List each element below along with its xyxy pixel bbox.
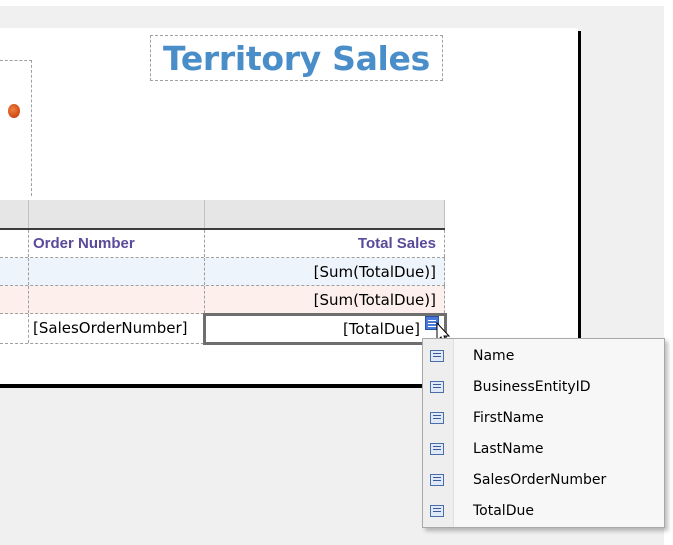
table-cell[interactable] — [0, 286, 29, 313]
field-icon — [430, 381, 444, 393]
table-cell[interactable] — [29, 286, 205, 313]
chart-marker — [8, 104, 20, 118]
table-cell[interactable] — [0, 258, 29, 285]
field-icon — [430, 474, 444, 486]
menu-item-lastname[interactable]: LastName — [423, 434, 664, 465]
total-due-expression: [TotalDue] — [342, 320, 420, 338]
chart-region[interactable] — [0, 60, 32, 196]
table-cell[interactable] — [29, 258, 205, 285]
group1-total-row: [Sum(TotalDue)] — [0, 258, 445, 286]
menu-item-label: Name — [473, 348, 515, 364]
table-cell[interactable] — [0, 230, 29, 257]
table-cell[interactable] — [0, 314, 29, 343]
menu-item-salesordernumber[interactable]: SalesOrderNumber — [423, 465, 664, 496]
column-handle[interactable] — [205, 200, 445, 228]
menu-item-label: FirstName — [473, 410, 544, 426]
menu-item-label: LastName — [473, 441, 544, 457]
menu-item-label: SalesOrderNumber — [473, 472, 607, 488]
field-icon — [430, 505, 444, 517]
column-handle[interactable] — [29, 200, 205, 228]
menu-item-firstname[interactable]: FirstName — [423, 403, 664, 434]
sales-order-number-cell[interactable]: [SalesOrderNumber] — [29, 314, 205, 343]
field-icon — [430, 350, 444, 362]
field-selector-menu[interactable]: Name BusinessEntityID FirstName LastName… — [422, 338, 665, 528]
menu-item-businessentityid[interactable]: BusinessEntityID — [423, 372, 664, 403]
table-header-row: Order Number Total Sales — [0, 230, 445, 258]
total-sales-header[interactable]: Total Sales — [205, 230, 445, 257]
selected-total-due-cell[interactable]: [TotalDue] — [203, 313, 447, 345]
field-icon — [430, 412, 444, 424]
column-handle[interactable] — [0, 200, 29, 228]
group1-sum-total-due[interactable]: [Sum(TotalDue)] — [205, 258, 445, 285]
menu-item-label: TotalDue — [473, 503, 534, 519]
menu-item-label: BusinessEntityID — [473, 379, 591, 395]
report-title-textbox[interactable]: Territory Sales — [150, 35, 443, 81]
field-icon — [430, 443, 444, 455]
menu-item-name[interactable]: Name — [423, 341, 664, 372]
menu-item-totaldue[interactable]: TotalDue — [423, 496, 664, 527]
group2-total-row: [Sum(TotalDue)] — [0, 286, 445, 314]
group2-sum-total-due[interactable]: [Sum(TotalDue)] — [205, 286, 445, 313]
table-column-handles-row — [0, 200, 445, 230]
order-number-header[interactable]: Order Number — [29, 230, 205, 257]
